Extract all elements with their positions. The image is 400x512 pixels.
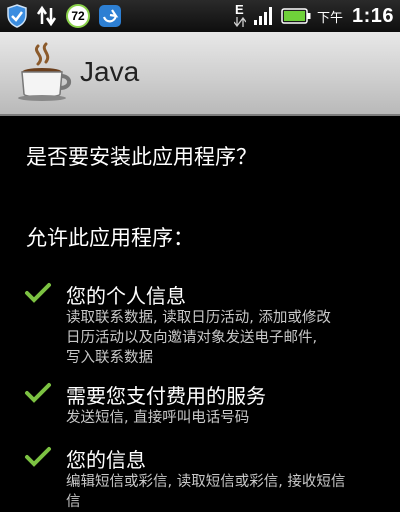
permission-description: 读取联系数据, 读取日历活动, 添加或修改 日历活动以及向邀请对象发送电子邮件,… [66,308,392,368]
status-right-icons: E 下午 1:16 [233,2,394,30]
battery-72-badge-icon: 72 [66,4,90,28]
description-line: 读取联系数据, 读取日历活动, 添加或修改 [66,310,331,326]
permission-title: 需要您支付费用的服务 [66,384,266,408]
description-line: 信 [66,494,81,510]
clean-master-icon [99,5,121,27]
install-question: 是否要安装此应用程序？ [26,145,257,169]
network-label: E [234,2,244,17]
allow-heading: 允许此应用程序： [26,226,194,250]
sync-arrows-icon [36,5,57,27]
status-bar: 72 E 下午 1:16 [0,0,400,32]
check-icon [25,447,51,467]
permission-messages[interactable]: 您的信息 编辑短信或彩信, 读取短信或彩信, 接收短信 信 [24,444,394,510]
permission-description: 编辑短信或彩信, 读取短信或彩信, 接收短信 信 [66,472,392,512]
title-bar: Java [0,32,400,116]
permission-paid-services[interactable]: 需要您支付费用的服务 发送短信, 直接呼叫电话号码 [24,380,394,430]
status-left-icons: 72 [6,3,122,29]
check-icon [25,283,51,303]
coffee-cup-icon [18,42,72,101]
description-line: 编辑短信或彩信, 读取短信或彩信, 接收短信 [66,474,346,490]
permission-title: 您的信息 [66,448,146,472]
permission-description: 发送短信, 直接呼叫电话号码 [66,408,392,428]
clock-time: 1:16 [351,4,394,27]
description-line: 发送短信, 直接呼叫电话号码 [66,410,250,426]
network-e-icon: E [233,2,247,29]
signal-icon [253,7,272,25]
am-pm-label: 下午 [316,10,343,26]
app-title: Java [80,56,140,87]
description-line: 日历活动以及向邀请对象发送电子邮件, [66,330,318,346]
battery-icon [281,8,311,24]
permission-title: 您的个人信息 [66,284,186,308]
shield-icon [7,4,27,28]
check-icon [25,383,51,403]
permission-personal-info[interactable]: 您的个人信息 读取联系数据, 读取日历活动, 添加或修改 日历活动以及向邀请对象… [24,280,394,368]
description-line: 写入联系数据 [66,350,153,366]
